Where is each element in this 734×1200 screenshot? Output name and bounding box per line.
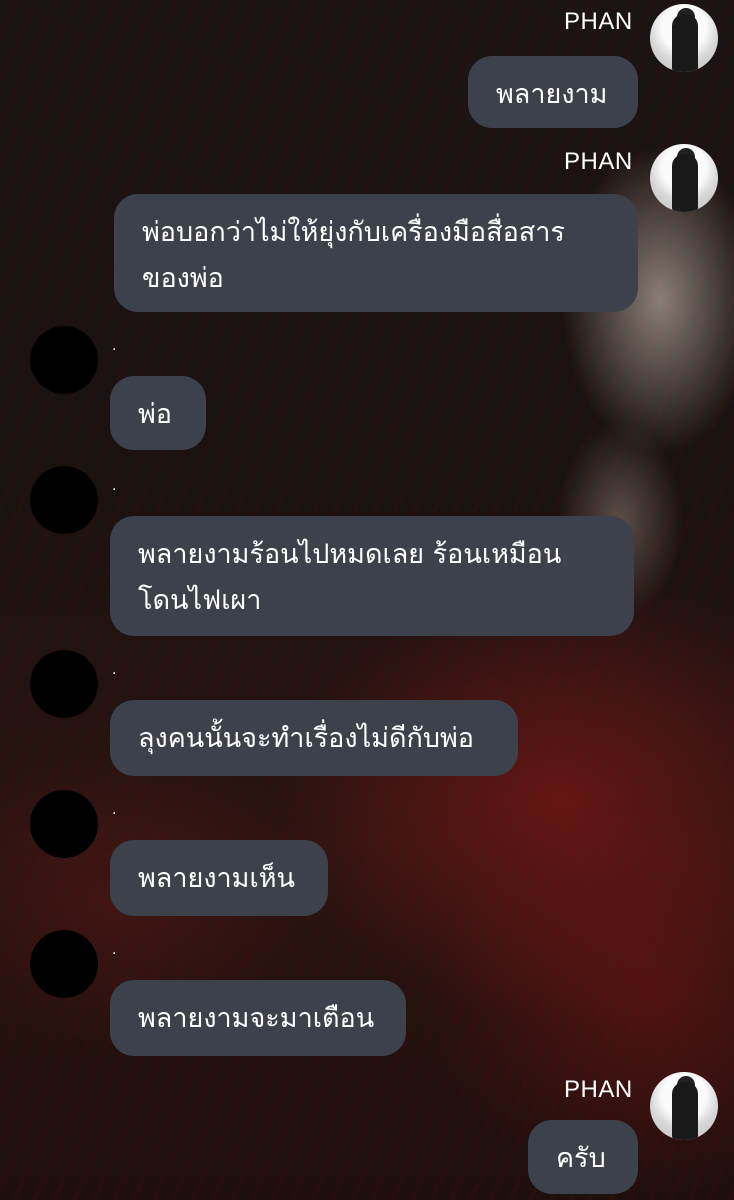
message-bubble: ลุงคนนั้นจะทำเรื่องไม่ดีกับพ่อ [110,700,518,776]
message-bubble: พลายงามร้อนไปหมดเลย ร้อนเหมือน โดนไฟเผา [110,516,634,636]
sender-name: PHAN [564,1076,633,1103]
sender-name: PHAN [564,148,633,175]
contact-name: . [112,478,117,494]
contact-avatar[interactable] [30,650,98,718]
contact-avatar[interactable] [30,790,98,858]
contact-avatar[interactable] [30,326,98,394]
contact-avatar[interactable] [30,930,98,998]
user-avatar[interactable] [650,1072,718,1140]
message-bubble: ครับ [528,1120,638,1194]
contact-name: . [112,802,117,818]
message-bubble: พ่อบอกว่าไม่ให้ยุ่งกับเครื่องมือสื่อสาร … [114,194,638,312]
contact-name: . [112,942,117,958]
user-avatar[interactable] [650,144,718,212]
contact-name: . [112,662,117,678]
contact-name: . [112,338,117,354]
sender-name: PHAN [564,8,633,35]
message-bubble: พลายงามจะมาเตือน [110,980,406,1056]
message-bubble: พ่อ [110,376,206,450]
message-bubble: พลายงาม [468,56,638,128]
message-bubble: พลายงามเห็น [110,840,328,916]
contact-avatar[interactable] [30,466,98,534]
user-avatar[interactable] [650,4,718,72]
